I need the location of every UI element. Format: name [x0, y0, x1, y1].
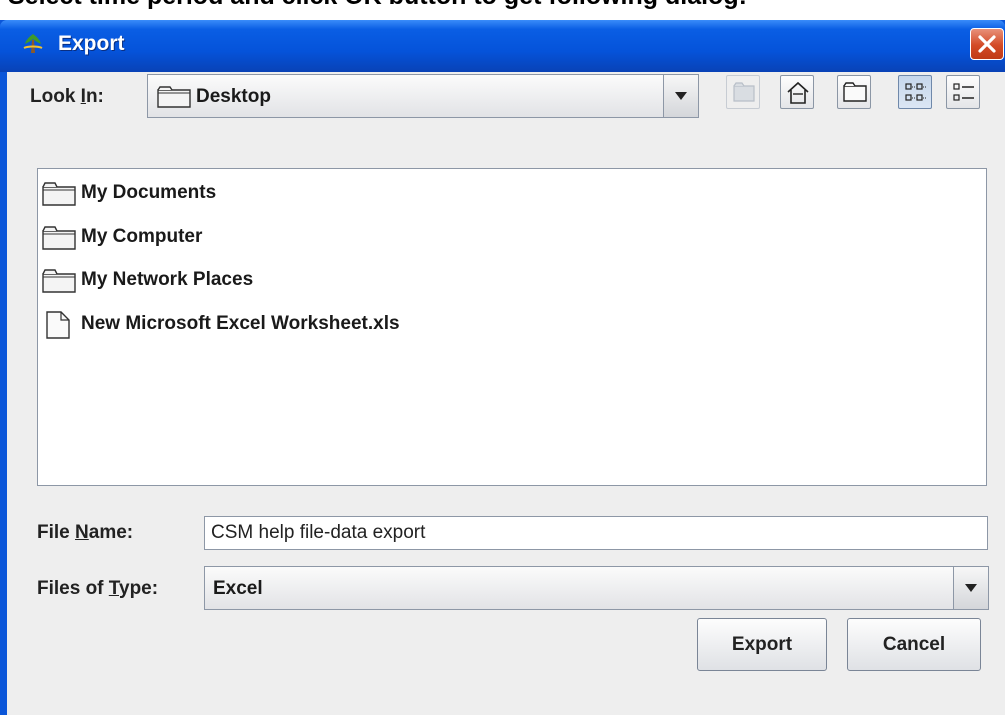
- folder-icon: [42, 226, 76, 250]
- title-bar[interactable]: Export: [0, 20, 1005, 72]
- files-of-type-combo[interactable]: Excel: [204, 566, 989, 610]
- details-view-icon: [953, 83, 974, 101]
- file-name-label: File Name:: [37, 522, 134, 543]
- look-in-combo[interactable]: Desktop: [147, 74, 699, 118]
- folder-icon: [42, 182, 76, 206]
- folder-icon: [42, 269, 76, 293]
- list-item-name: My Computer: [81, 226, 203, 247]
- files-of-type-label: Files of Type:: [37, 578, 159, 599]
- close-icon: [978, 35, 996, 53]
- file-name-input[interactable]: [204, 516, 988, 550]
- list-item-name: My Network Places: [81, 269, 254, 290]
- export-button[interactable]: Export: [697, 618, 827, 671]
- files-of-type-value: Excel: [213, 578, 263, 599]
- list-item[interactable]: New Microsoft Excel Worksheet.xls: [38, 310, 638, 340]
- dialog-title: Export: [58, 32, 125, 55]
- close-button[interactable]: [970, 28, 1004, 60]
- up-one-level-button[interactable]: [726, 75, 760, 109]
- look-in-dropdown-button[interactable]: [663, 75, 698, 117]
- list-item-name: New Microsoft Excel Worksheet.xls: [81, 313, 400, 334]
- chevron-down-icon: [965, 584, 977, 592]
- look-in-value: Desktop: [196, 86, 271, 107]
- file-icon: [46, 311, 70, 339]
- page-caption: Select time period and click OK button t…: [8, 0, 998, 9]
- list-view-button[interactable]: [898, 75, 932, 109]
- list-item[interactable]: My Documents: [38, 179, 638, 209]
- look-in-label: Look In:: [30, 86, 104, 107]
- new-folder-icon: [843, 82, 867, 102]
- home-icon: [787, 81, 809, 104]
- files-of-type-dropdown-button[interactable]: [953, 567, 988, 609]
- file-list[interactable]: My Documents My Computer My Network Plac…: [37, 168, 987, 486]
- chevron-down-icon: [675, 92, 687, 100]
- home-button[interactable]: [780, 75, 814, 109]
- list-item[interactable]: My Computer: [38, 223, 638, 253]
- cancel-button[interactable]: Cancel: [847, 618, 981, 671]
- list-view-icon: [905, 83, 926, 101]
- new-folder-button[interactable]: [837, 75, 871, 109]
- list-item-name: My Documents: [81, 182, 217, 203]
- details-view-button[interactable]: [946, 75, 980, 109]
- java-app-icon: [23, 34, 43, 53]
- up-one-level-icon: [733, 82, 755, 102]
- list-item[interactable]: My Network Places: [38, 266, 638, 296]
- folder-icon: [157, 86, 191, 108]
